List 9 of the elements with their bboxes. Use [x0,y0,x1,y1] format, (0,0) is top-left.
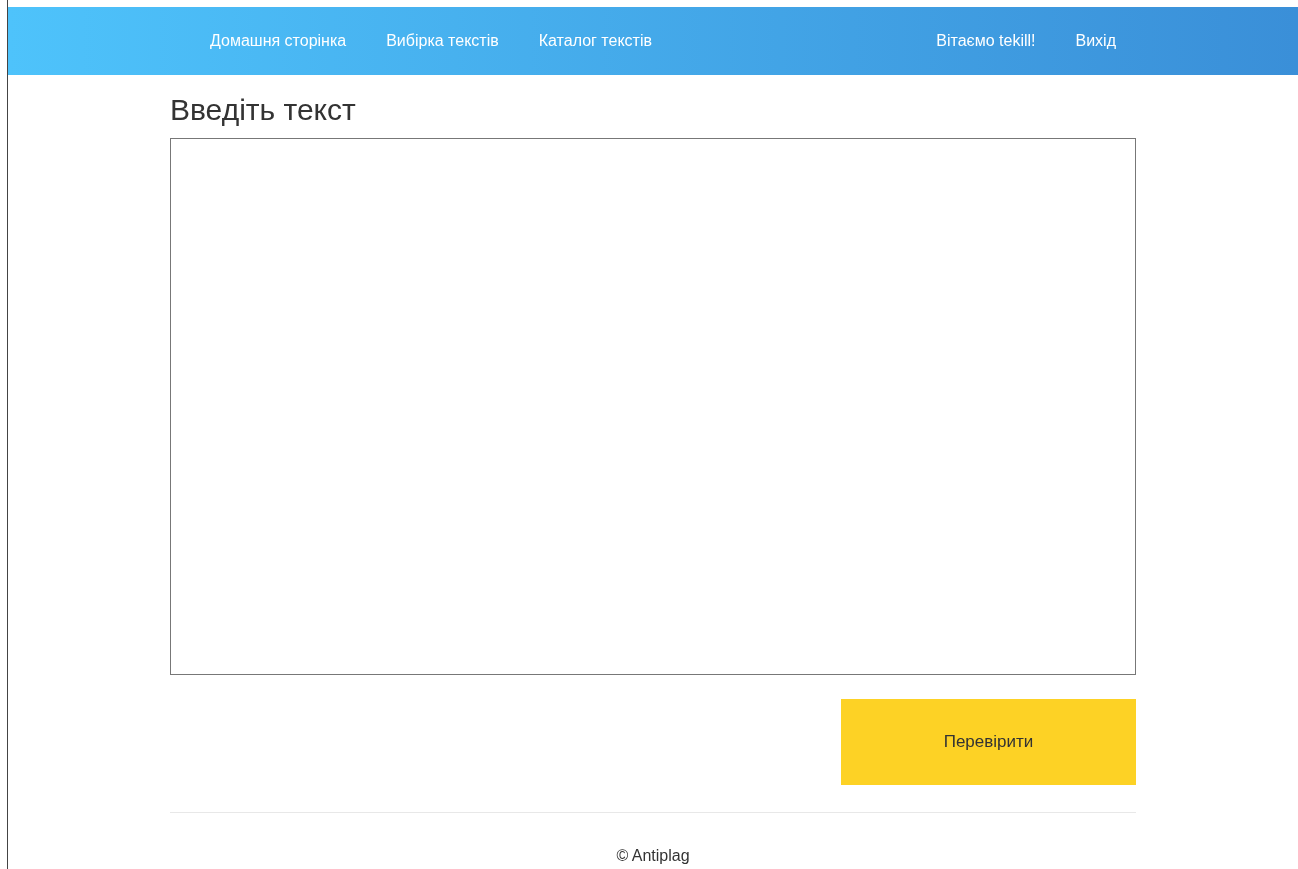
page-heading: Введіть текст [170,93,357,126]
text-input-field[interactable] [170,138,1136,675]
check-button[interactable]: Перевірити [841,699,1136,785]
logout-link[interactable]: Вихід [1075,29,1116,53]
nav-link[interactable]: Каталог текстів [538,29,652,53]
nav-link[interactable]: Домашня сторінка [210,29,347,53]
footer-text: © Antiplag [616,847,690,864]
nav-link[interactable]: Вибірка текстів [386,29,499,53]
greeting-text: Вітаємо tekill! [936,31,1036,51]
